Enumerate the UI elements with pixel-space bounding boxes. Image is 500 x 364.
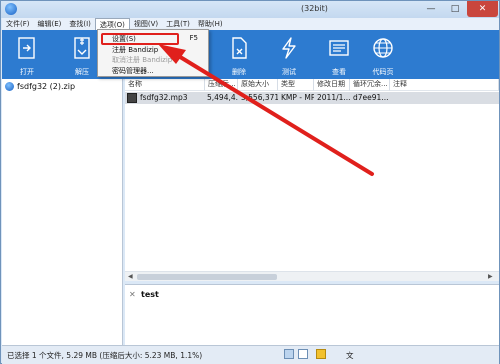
details-view-icon[interactable]: [284, 349, 294, 359]
view-button[interactable]: 查看: [314, 30, 364, 79]
test-button[interactable]: 测试: [264, 30, 314, 79]
delete-icon: [232, 37, 247, 59]
app-logo-icon: [5, 3, 17, 15]
column-header-original[interactable]: 原始大小: [238, 79, 278, 91]
window-title: (32bit): [301, 4, 328, 13]
settings-highlight-box: [101, 33, 179, 45]
delete-label: 删除: [232, 68, 246, 76]
archive-tree-panel: fsdfg32 (2).zip: [2, 79, 123, 345]
cell-type: KMP - MP...: [281, 93, 314, 102]
scroll-right-icon[interactable]: ▶: [488, 273, 493, 280]
column-header-modified[interactable]: 修改日期: [314, 79, 350, 91]
title-bar: (32bit) — □ ✕: [1, 1, 499, 18]
file-list: 名称 压缩后... 原始大小 类型 修改日期 循环冗余... 注释 fsdfg3…: [125, 79, 499, 281]
open-button[interactable]: 打开: [2, 30, 52, 79]
menu-edit[interactable]: 编辑(E): [34, 18, 66, 30]
view-icon: [329, 40, 349, 56]
minimize-button[interactable]: —: [419, 1, 443, 17]
cell-original: 5,556,371: [241, 93, 278, 102]
status-text: 已选择 1 个文件, 5.29 MB (压缩后大小: 5.23 MB, 1.1%…: [7, 351, 203, 360]
menu-file[interactable]: 文件(F): [2, 18, 34, 30]
folder-icon[interactable]: [316, 349, 326, 359]
column-header-comment[interactable]: 注释: [390, 79, 499, 91]
table-row[interactable]: fsdfg32.mp3 5,494,4... 5,556,371 KMP - M…: [125, 92, 499, 104]
column-header-crc[interactable]: 循环冗余...: [350, 79, 390, 91]
status-bar: 已选择 1 个文件, 5.29 MB (压缩后大小: 5.23 MB, 1.1%…: [2, 345, 499, 364]
delete-button[interactable]: 删除: [214, 30, 264, 79]
tree-item-archive[interactable]: fsdfg32 (2).zip: [5, 82, 75, 91]
app-window: (32bit) — □ ✕ 文件(F) 编辑(E) 查找(I) 选项(O) 视图…: [0, 0, 500, 364]
maximize-button[interactable]: □: [444, 1, 466, 17]
test-icon: [282, 37, 296, 59]
comment-text: test: [141, 290, 159, 299]
codepage-label: 代码页: [372, 68, 394, 76]
archive-icon: [5, 82, 14, 91]
cell-compressed: 5,494,4...: [207, 93, 238, 102]
menu-find[interactable]: 查找(I): [65, 18, 95, 30]
menu-item-register[interactable]: 注册 Bandizip: [98, 45, 208, 55]
scrollbar-thumb[interactable]: [137, 274, 277, 280]
open-icon: [18, 37, 35, 59]
menu-bar: 文件(F) 编辑(E) 查找(I) 选项(O) 视图(V) 工具(T) 帮助(H…: [2, 18, 499, 30]
cell-name: fsdfg32.mp3: [140, 93, 188, 102]
comment-pane: ✕ test: [125, 284, 499, 345]
mp3-file-icon: [127, 93, 137, 103]
close-button[interactable]: ✕: [467, 1, 498, 17]
codepage-button[interactable]: 代码页: [358, 30, 408, 79]
status-language-indicator: 文: [346, 351, 354, 360]
scroll-left-icon[interactable]: ◀: [128, 273, 133, 280]
globe-icon: [373, 38, 393, 58]
menu-item-password-manager[interactable]: 密码管理器...: [98, 66, 208, 76]
column-header-name[interactable]: 名称: [125, 79, 205, 91]
cell-modified: 2011/1...: [317, 93, 350, 102]
settings-shortcut: F5: [189, 34, 198, 42]
close-comment-icon[interactable]: ✕: [129, 290, 136, 299]
options-dropdown-menu: 设置(S) F5 注册 Bandizip 取消注册 Bandizip 密码管理器…: [97, 29, 209, 77]
password-manager-label: 密码管理器...: [112, 67, 154, 75]
open-label: 打开: [20, 68, 34, 76]
unregister-label: 取消注册 Bandizip: [112, 56, 173, 64]
toolbar: 打开 解压 删除 测试 查看 代码页: [2, 30, 499, 79]
cell-crc: d7ee91...: [353, 93, 389, 102]
column-header-type[interactable]: 类型: [278, 79, 314, 91]
column-header-compressed[interactable]: 压缩后...: [205, 79, 238, 91]
list-view-icon[interactable]: [298, 349, 308, 359]
view-label: 查看: [332, 68, 346, 76]
horizontal-scrollbar[interactable]: ◀ ▶: [125, 271, 499, 281]
register-label: 注册 Bandizip: [112, 46, 159, 54]
test-label: 测试: [282, 68, 296, 76]
menu-item-unregister: 取消注册 Bandizip: [98, 55, 208, 65]
extract-icon: [74, 37, 90, 59]
tree-item-label: fsdfg32 (2).zip: [17, 82, 76, 91]
